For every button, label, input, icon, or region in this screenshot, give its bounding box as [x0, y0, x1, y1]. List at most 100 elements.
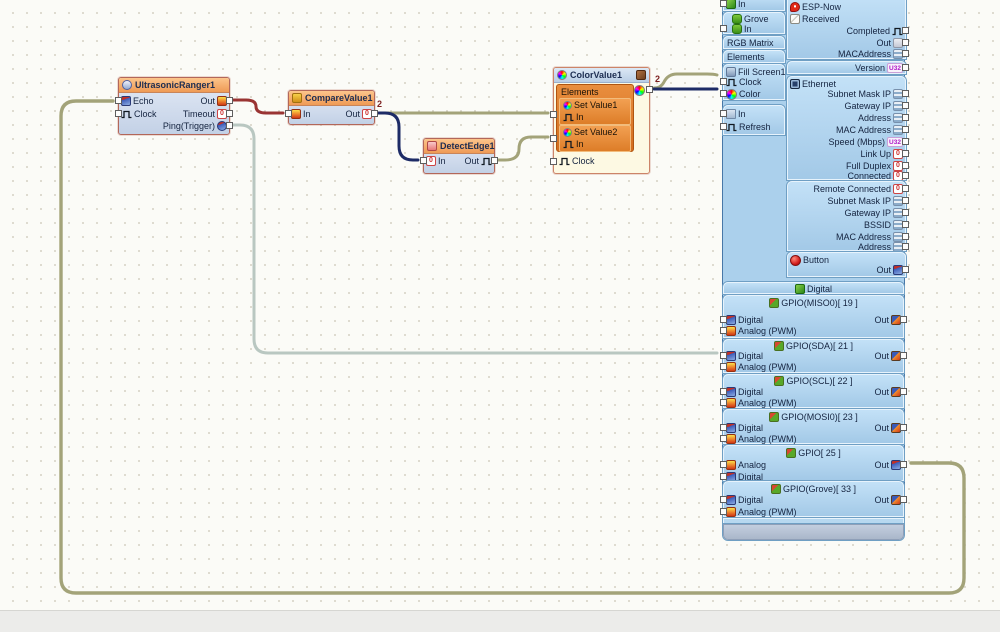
display-in-pin[interactable]: [720, 110, 727, 117]
eth-mac-pin[interactable]: [902, 126, 909, 133]
block-title: CompareValue1: [305, 93, 373, 103]
gpio33-digital-pin[interactable]: [720, 496, 727, 503]
colorvalue-out-pin[interactable]: [646, 86, 653, 93]
detect-in-pin[interactable]: [420, 157, 427, 164]
completed-out-pin[interactable]: [902, 27, 909, 34]
gpio33-out-pin[interactable]: [900, 496, 907, 503]
eth-connected-pin[interactable]: [902, 172, 909, 179]
gpio23-digital-pin[interactable]: [720, 424, 727, 431]
eth-address-pin[interactable]: [902, 114, 909, 121]
clock-pulse-icon: [726, 78, 737, 87]
compare-out-pin[interactable]: [371, 110, 378, 117]
wire-compare-out-to-detect-in[interactable]: [378, 113, 418, 160]
gpio25-analog-pin[interactable]: [720, 461, 727, 468]
wifi-gateway-pin[interactable]: [902, 209, 909, 216]
eth-speed-pin[interactable]: [902, 138, 909, 145]
section-digital-header: Digital: [723, 282, 904, 294]
set-value1-in-pin[interactable]: [550, 111, 557, 118]
digital-green-icon: [726, 0, 736, 9]
block-compare-value[interactable]: CompareValue1 In Out 0: [288, 90, 375, 125]
eth-duplex-pin[interactable]: [902, 162, 909, 169]
block-color-value[interactable]: ColorValue1 Out Elements Set Value1 In: [553, 67, 650, 174]
gpio-chip-icon: [769, 412, 779, 422]
ultrasonic-out-pin[interactable]: [226, 97, 233, 104]
clock-input-pin[interactable]: [115, 110, 122, 117]
version-out-pin[interactable]: [902, 64, 909, 71]
block-detect-edge[interactable]: DetectEdge1 0 In Out: [423, 138, 495, 174]
ultrasonic-icon: [122, 80, 132, 90]
gpio23-out-pin[interactable]: [900, 424, 907, 431]
block-header[interactable]: ColorValue1: [554, 68, 649, 83]
clock-pulse-icon: [563, 140, 574, 149]
detect-out-pin[interactable]: [491, 157, 498, 164]
block-header[interactable]: CompareValue1: [289, 91, 374, 106]
section-title-esp-now: ESP-Now: [802, 1, 841, 13]
element-set-value1[interactable]: Set Value1 In: [559, 98, 631, 125]
ping-out-pin[interactable]: [226, 122, 233, 129]
fill-screen-color-pin[interactable]: [720, 90, 727, 97]
display-refresh-pin[interactable]: [720, 123, 727, 130]
gpio23-analog-pin[interactable]: [720, 435, 727, 442]
gpio19-out-pin[interactable]: [900, 316, 907, 323]
tools-icon[interactable]: [636, 70, 646, 80]
elements-panel[interactable]: Elements Set Value1 In Set Value2: [556, 84, 634, 152]
wifi-remote-pin[interactable]: [902, 185, 909, 192]
port-label-out: Out: [874, 422, 889, 434]
fill-screen-clock-pin[interactable]: [720, 78, 727, 85]
block-ultrasonic-ranger[interactable]: UltrasonicRanger1 Echo Out Clock Timeout…: [118, 77, 230, 135]
espnow-out-pin[interactable]: [902, 39, 909, 46]
block-header[interactable]: UltrasonicRanger1: [119, 78, 229, 93]
clock-pulse-icon: [726, 123, 737, 132]
gpio22-out-pin[interactable]: [900, 388, 907, 395]
port-label: Analog (PWM): [738, 433, 797, 445]
compare-in-pin[interactable]: [285, 110, 292, 117]
port-label: Subnet Mask IP: [827, 88, 891, 100]
eth-gateway-pin[interactable]: [902, 102, 909, 109]
gpio25-digital-pin[interactable]: [720, 473, 727, 480]
port-label-in: In: [744, 23, 752, 35]
wire-detect-out-to-setvalue2-in[interactable]: [496, 137, 548, 160]
wifi-mac-pin[interactable]: [902, 233, 909, 240]
echo-input-pin[interactable]: [115, 97, 122, 104]
wire-colorvalue-out-to-fillscreen-clock[interactable]: [654, 74, 717, 88]
button-out-pin[interactable]: [902, 266, 909, 273]
colorvalue-clock-pin[interactable]: [550, 158, 557, 165]
gpio22-analog-pin[interactable]: [720, 399, 727, 406]
port-label: Analog (PWM): [738, 397, 797, 409]
gpio-chip-icon: [771, 484, 781, 494]
wifi-address-pin[interactable]: [902, 243, 909, 250]
port-label: MAC Address: [836, 124, 891, 136]
wire-ultrasonic-out-to-compare-in[interactable]: [233, 100, 283, 113]
eth-linkup-pin[interactable]: [902, 150, 909, 157]
wifi-subnet-pin[interactable]: [902, 197, 909, 204]
port-label: Gateway IP: [844, 207, 891, 219]
section-version: Version U32: [787, 61, 906, 74]
connection-count: 2: [377, 99, 382, 109]
design-canvas[interactable]: UltrasonicRanger1 Echo Out Clock Timeout…: [0, 0, 1000, 632]
element-title-row: Set Value2: [561, 126, 619, 138]
gpio19-analog-pin[interactable]: [720, 327, 727, 334]
digital-green-icon: [795, 284, 805, 294]
gpio33-analog-pin[interactable]: [720, 508, 727, 515]
element-set-value2[interactable]: Set Value2 In: [559, 125, 631, 152]
grove-in-pin[interactable]: [720, 25, 727, 32]
macaddress-out-pin[interactable]: [902, 50, 909, 57]
gpio-chip-icon: [774, 376, 784, 386]
wifi-bssid-pin[interactable]: [902, 221, 909, 228]
color-wheel-icon: [726, 89, 737, 100]
in-top-pin[interactable]: [720, 0, 727, 7]
board-panel[interactable]: In Grove In RGB Matrix Elements: [722, 0, 905, 537]
block-header[interactable]: DetectEdge1: [424, 139, 494, 154]
section-title-gpio: GPIO[ 25 ]: [798, 447, 841, 459]
pin-label-out: Out: [345, 108, 360, 120]
gpio19-digital-pin[interactable]: [720, 316, 727, 323]
gpio21-out-pin[interactable]: [900, 352, 907, 359]
timeout-out-pin[interactable]: [226, 110, 233, 117]
gpio21-digital-pin[interactable]: [720, 352, 727, 359]
eth-subnet-pin[interactable]: [902, 90, 909, 97]
set-value2-in-pin[interactable]: [550, 135, 557, 142]
pin-label-ping: Ping(Trigger): [163, 120, 215, 132]
gpio22-digital-pin[interactable]: [720, 388, 727, 395]
gpio21-analog-pin[interactable]: [720, 363, 727, 370]
gpio25-out-pin[interactable]: [900, 461, 907, 468]
